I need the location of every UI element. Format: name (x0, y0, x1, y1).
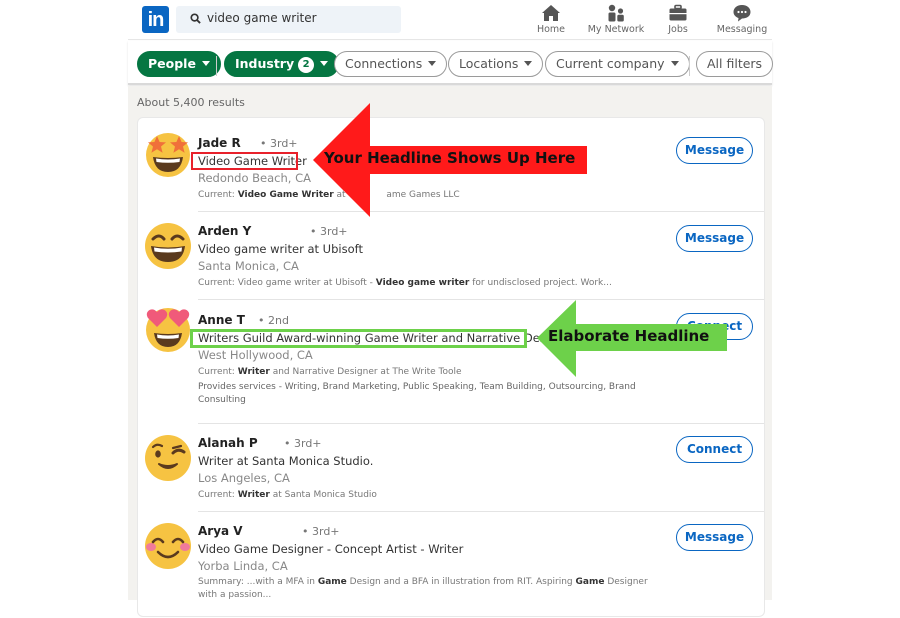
briefcase-icon (669, 4, 687, 21)
heart-eyes-emoji-avatar (146, 308, 190, 352)
all-filters-label: All filters (707, 56, 763, 71)
filter-people[interactable]: People (137, 51, 221, 77)
winking-emoji-avatar (145, 435, 191, 481)
filter-people-label: People (148, 56, 196, 71)
filter-count-badge: 2 (298, 57, 315, 73)
linkedin-logo[interactable]: in (142, 6, 169, 33)
person-name[interactable]: Alanah P (198, 436, 258, 450)
filter-locations[interactable]: Locations (448, 51, 544, 77)
nav-jobs[interactable]: Jobs (663, 4, 693, 35)
result-row[interactable]: Alanah P • 3rd+ Writer at Santa Monica S… (138, 424, 764, 512)
result-row[interactable]: Arden Y • 3rd+ Video game writer at Ubis… (138, 212, 764, 300)
top-nav-bar: in video game writer Home My Network Job… (128, 0, 772, 40)
filter-industry-label: Industry (235, 56, 295, 71)
person-snippet: Current: Video game writer at Ubisoft - … (198, 278, 612, 288)
filter-industry[interactable]: Industry 2 (224, 51, 340, 77)
nav-messaging[interactable]: Messaging (713, 4, 771, 35)
person-headline: Video Game Designer - Concept Artist - W… (198, 542, 464, 556)
headline-highlight-red (191, 152, 298, 170)
grinning-emoji-avatar (145, 223, 191, 269)
caret-down-icon (670, 61, 679, 66)
connection-degree: • 3rd+ (302, 525, 340, 538)
nav-home[interactable]: Home (531, 4, 571, 35)
caret-down-icon (201, 61, 210, 66)
caret-down-icon (428, 61, 437, 66)
green-annotation-label: Elaborate Headline (548, 327, 710, 345)
nav-messaging-label: Messaging (716, 24, 768, 35)
star-struck-emoji-avatar (146, 133, 190, 177)
home-icon (542, 5, 560, 21)
person-name[interactable]: Arden Y (198, 224, 251, 238)
caret-down-icon (320, 61, 329, 66)
filter-connections[interactable]: Connections (334, 51, 448, 77)
filter-current-company[interactable]: Current company (545, 51, 690, 77)
connection-degree: • 3rd+ (260, 137, 298, 150)
message-button[interactable]: Message (676, 137, 753, 164)
all-filters-button[interactable]: All filters (696, 51, 774, 77)
search-query[interactable]: video game writer (207, 11, 317, 25)
person-location: West Hollywood, CA (198, 348, 313, 362)
nav-network-label: My Network (587, 24, 645, 35)
person-snippet: Current: Writer at Santa Monica Studio (198, 490, 377, 500)
search-input[interactable]: video game writer (176, 6, 401, 33)
connection-degree: • 2nd (258, 314, 289, 327)
connection-degree: • 3rd+ (284, 437, 322, 450)
message-button[interactable]: Message (676, 225, 753, 252)
person-services: Provides services - Writing, Brand Marke… (198, 382, 636, 405)
results-count: About 5,400 results (137, 96, 245, 109)
caret-down-icon (524, 61, 533, 66)
headline-highlight-green (190, 329, 527, 348)
person-snippet: Summary: ...with a MFA in Game Design an… (198, 577, 648, 600)
red-annotation-label: Your Headline Shows Up Here (324, 149, 576, 167)
connect-button[interactable]: Connect (676, 436, 753, 463)
filter-locations-label: Locations (459, 56, 519, 71)
smiling-blush-emoji-avatar (145, 523, 191, 569)
chat-icon (733, 5, 751, 22)
result-row[interactable]: Arya V • 3rd+ Video Game Designer - Conc… (138, 512, 764, 618)
person-location: Los Angeles, CA (198, 471, 290, 485)
search-filters-bar: People Industry 2 Connections Locations C… (128, 41, 774, 85)
person-headline: Writer at Santa Monica Studio. (198, 454, 374, 468)
person-name[interactable]: Jade R (198, 136, 241, 150)
filter-connections-label: Connections (345, 56, 423, 71)
filter-divider (689, 56, 690, 76)
filter-divider (216, 56, 217, 76)
person-name[interactable]: Arya V (198, 524, 243, 538)
search-icon (190, 13, 201, 24)
person-headline: Video game writer at Ubisoft (198, 242, 363, 256)
person-location: Redondo Beach, CA (198, 171, 311, 185)
nav-home-label: Home (536, 24, 566, 35)
filter-current-company-label: Current company (556, 56, 665, 71)
person-location: Santa Monica, CA (198, 259, 299, 273)
message-button[interactable]: Message (676, 524, 753, 551)
nav-jobs-label: Jobs (668, 24, 688, 35)
network-icon (608, 4, 624, 22)
person-location: Yorba Linda, CA (198, 559, 288, 573)
connection-degree: • 3rd+ (310, 225, 348, 238)
nav-my-network[interactable]: My Network (583, 4, 649, 35)
person-name[interactable]: Anne T (198, 313, 245, 327)
